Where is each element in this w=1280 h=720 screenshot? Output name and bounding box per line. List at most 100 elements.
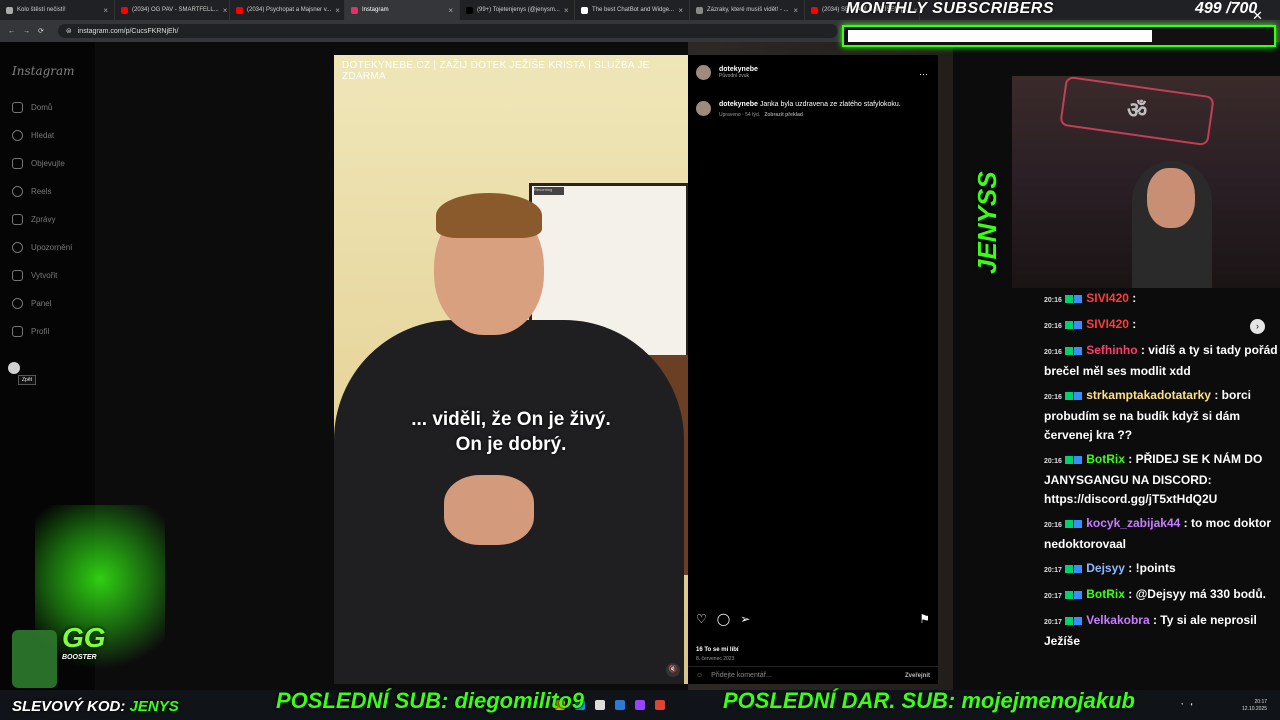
webcam-feed: ॐ xyxy=(1012,76,1280,288)
last-gift-sub-label: POSLEDNÍ DAR. SUB: mojejmenojakub xyxy=(723,688,1135,713)
tab-close-icon[interactable]: × xyxy=(793,6,798,15)
app-icon[interactable] xyxy=(635,700,645,710)
tab-favicon-icon xyxy=(811,6,818,14)
chat-message: 20:17 BotRix : @Dejsyy má 330 bodů. xyxy=(1044,585,1280,606)
sidebar-item-icon xyxy=(12,185,23,197)
sidebar-item-label: Domů xyxy=(31,102,53,112)
sub-badge-icon xyxy=(1064,590,1073,599)
sidebar-item[interactable]: Domů xyxy=(12,100,72,114)
caption-username[interactable]: dotekynebe xyxy=(719,101,758,108)
post-date: 8. červenec 2023 xyxy=(696,656,735,662)
tab-close-icon[interactable]: × xyxy=(564,6,569,15)
monthly-subscribers-label: MONTHLY SUBSCRIBERS xyxy=(846,0,1055,17)
sidebar-item[interactable]: Profil xyxy=(12,324,72,338)
tab-close-icon[interactable]: × xyxy=(103,6,108,15)
publish-button[interactable]: Zveřejnit xyxy=(905,673,930,679)
caption-avatar[interactable] xyxy=(696,101,711,116)
sub-goal-count: 499 /700 xyxy=(1195,0,1258,17)
tab-close-icon[interactable]: × xyxy=(448,6,453,15)
gift-badge-icon xyxy=(1073,455,1082,464)
browser-tab[interactable]: (2034) Psychopat a Majsner v... × xyxy=(230,0,345,20)
post-actions: ♡ ◯ ➢ xyxy=(696,612,750,626)
sidebar-item-label: Panel xyxy=(31,298,52,308)
tab-label: (2034) Psychopat a Majsner v... xyxy=(247,7,332,13)
sidebar-item[interactable]: Reels xyxy=(12,184,72,198)
tab-close-icon[interactable]: × xyxy=(223,6,228,15)
gift-badge-icon xyxy=(1073,346,1082,355)
taskbar-clock[interactable]: 20:17 12.10.2025 xyxy=(1242,699,1267,713)
sidebar-item[interactable]: Upozornění xyxy=(12,240,72,254)
store-icon[interactable] xyxy=(595,700,605,710)
chat-username[interactable]: Dejsyy xyxy=(1086,561,1125,575)
post-username[interactable]: dotekynebe xyxy=(719,66,758,73)
video-subtitle: ... viděli, že On je živý. On je dobrý. xyxy=(334,407,688,457)
tab-close-icon[interactable]: × xyxy=(678,6,683,15)
back-button[interactable] xyxy=(8,362,20,374)
avatar[interactable] xyxy=(696,65,711,80)
booster-jar-image xyxy=(12,630,57,688)
booster-label: BOOSTER xyxy=(62,654,97,661)
chat-username[interactable]: BotRix xyxy=(1086,452,1125,466)
sidebar-item-label: Reels xyxy=(31,186,52,196)
bookmark-icon[interactable]: ⚑ xyxy=(919,612,930,626)
sidebar-item[interactable]: Hledat xyxy=(12,128,72,142)
clock-time: 20:17 xyxy=(1254,699,1268,705)
video-top-banner: DOTEKYNEBE.CZ | ZAŽIJ DOTEK JEŽÍŠE KRIST… xyxy=(342,60,650,82)
more-options-icon[interactable]: ··· xyxy=(919,69,928,79)
browser-tab[interactable]: Kolo štěstí nečistí! × xyxy=(0,0,115,20)
forward-arrow-icon[interactable]: → xyxy=(23,28,30,35)
chat-username[interactable]: kocyk_zabijak44 xyxy=(1086,516,1180,530)
instagram-logo[interactable]: Instagram xyxy=(12,64,75,78)
translate-link[interactable]: Zobrazit překlad xyxy=(764,112,803,118)
chat-message: 20:16 kocyk_zabijak44 : to moc doktor ne… xyxy=(1044,514,1280,554)
chat-username[interactable]: strkamptakadotatarky xyxy=(1086,388,1211,402)
post-audio[interactable]: Původní zvuk xyxy=(719,73,758,79)
discount-code-label: SLEVOVÝ KOD: JENYS xyxy=(12,698,179,715)
chat-time: 20:16 xyxy=(1044,458,1062,465)
discount-label: SLEVOVÝ KOD: xyxy=(12,698,126,715)
chat-username[interactable]: Sefhinho xyxy=(1086,343,1137,357)
mute-icon[interactable]: 🔇 xyxy=(666,663,680,677)
sub-badge-icon xyxy=(1064,455,1073,464)
comment-icon[interactable]: ◯ xyxy=(717,612,730,626)
share-icon[interactable]: ➢ xyxy=(740,612,750,626)
url-field[interactable]: ⊜ instagram.com/p/CucsFKRNjEh/ xyxy=(57,24,838,38)
reload-icon[interactable]: ⟳ xyxy=(38,27,44,35)
tab-label: Zázraky, které musíš vidět! - ... xyxy=(707,7,789,13)
clock-date: 12.10.2025 xyxy=(1242,706,1268,712)
recording-indicator: Recording xyxy=(534,187,564,195)
sub-badge-icon xyxy=(1064,346,1073,355)
tab-close-icon[interactable]: × xyxy=(335,6,340,15)
emoji-icon[interactable]: ☺ xyxy=(696,672,703,679)
sidebar-item[interactable]: Objevujte xyxy=(12,156,72,170)
volume-icon[interactable]: ◖ xyxy=(1190,702,1194,708)
instagram-nav: Domů Hledat Objevujte Reels Zprávy Upozornění… xyxy=(12,100,72,338)
wifi-icon[interactable]: ◔ xyxy=(1180,702,1184,708)
chat-username[interactable]: BotRix xyxy=(1086,587,1125,601)
sidebar-item[interactable]: Panel xyxy=(12,296,72,310)
reel-video[interactable]: Recording DOTEKYNEBE.CZ | ZAŽIJ DOTEK JE… xyxy=(334,55,688,684)
browser-tab[interactable]: (2034) OG PAV - SMARTFELL... × xyxy=(115,0,230,20)
sub-badge-icon xyxy=(1064,391,1073,400)
likes-count[interactable]: 16 To se mi líbí xyxy=(696,647,739,653)
sub-badge-icon xyxy=(1064,616,1073,625)
browser-tab[interactable]: The best ChatBot and Widge... × xyxy=(575,0,690,20)
chat-time: 20:16 xyxy=(1044,297,1062,304)
browser-tab[interactable]: (99+) Tojetenjenys (@jenysm... × xyxy=(460,0,575,20)
back-arrow-icon[interactable]: ← xyxy=(8,28,15,35)
chat-username[interactable]: SIVI420 xyxy=(1086,317,1129,331)
browser-tab[interactable]: Zázraky, které musíš vidět! - ... × xyxy=(690,0,805,20)
mail-icon[interactable] xyxy=(615,700,625,710)
chat-message: 20:16 SIVI420 : xyxy=(1044,289,1280,310)
site-info-icon[interactable]: ⊜ xyxy=(66,27,72,35)
chat-username[interactable]: Velkakobra xyxy=(1086,613,1149,627)
chat-username[interactable]: SIVI420 xyxy=(1086,291,1129,305)
comment-input[interactable]: Přidejte komentář... xyxy=(711,672,772,679)
sidebar-item[interactable]: Vytvořit xyxy=(12,268,72,282)
chrome-icon[interactable] xyxy=(655,700,665,710)
browser-tab[interactable]: Instagram × xyxy=(345,0,460,20)
sidebar-item[interactable]: Zprávy xyxy=(12,212,72,226)
comment-bar: ☺ Přidejte komentář... Zveřejnit xyxy=(688,666,938,684)
like-heart-icon[interactable]: ♡ xyxy=(696,612,707,626)
sidebar-item-icon xyxy=(12,269,23,281)
